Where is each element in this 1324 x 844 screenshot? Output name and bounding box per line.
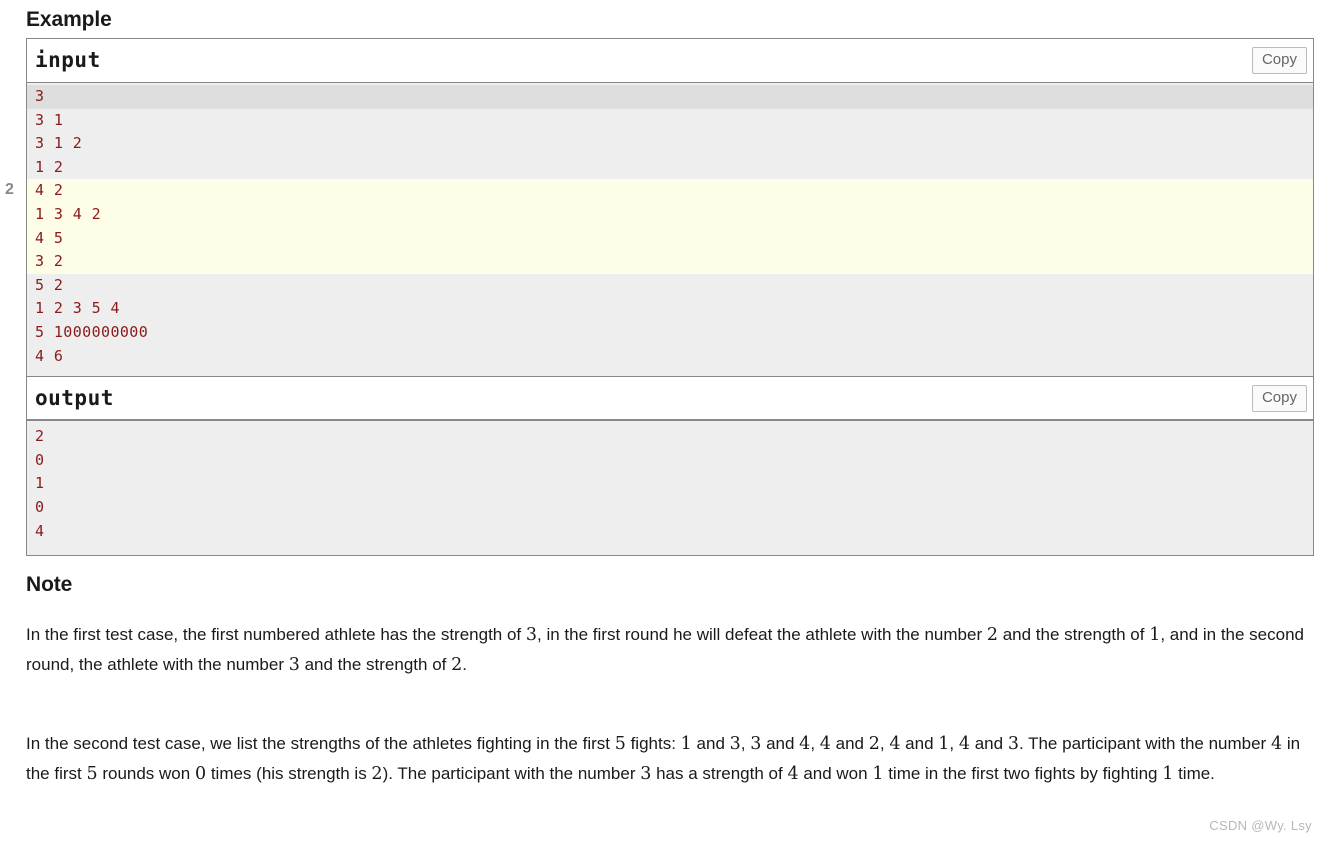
code-line: 1 2 3 5 4 (35, 299, 120, 318)
code-line: 1 3 4 2 (27, 202, 1313, 227)
code-line: 5 1000000000 (35, 322, 149, 341)
inline-math-number: 1 (680, 734, 692, 754)
inline-math-number: 5 (614, 734, 626, 754)
problem-statement-page: Example input Copy 33 13 1 21 24 21 3 4 … (0, 0, 1324, 844)
code-line: 3 (27, 85, 1313, 109)
inline-math-number: 1 (872, 764, 884, 784)
inline-math-number: 4 (787, 764, 799, 784)
inline-math-number: 2 (451, 655, 463, 675)
inline-math-number: 3 (1007, 734, 1019, 754)
note-paragraph-1: In the first test case, the first number… (26, 625, 1305, 675)
output-title-bar: output Copy (27, 376, 1313, 421)
inline-math-number: 1 (1149, 625, 1161, 645)
inline-math-number: 4 (799, 734, 811, 754)
inline-math-number: 4 (889, 734, 901, 754)
code-line: 3 1 2 (35, 134, 83, 153)
code-line: 0 (35, 450, 45, 469)
code-line: 4 2 (27, 179, 1313, 203)
test-index-marker-2: 2 (5, 181, 14, 198)
inline-math-number: 3 (525, 625, 538, 645)
code-line: 2 (35, 427, 45, 446)
sample-tests-container: input Copy 33 13 1 21 24 21 3 4 24 53 25… (26, 38, 1314, 557)
inline-math-number: 3 (640, 764, 652, 784)
inline-math-number: 3 (288, 655, 300, 675)
code-line: 1 2 (35, 157, 64, 176)
inline-math-number: 4 (819, 734, 831, 754)
inline-math-number: 4 (1270, 734, 1283, 754)
inline-math-number: 1 (1162, 764, 1174, 784)
example-heading: Example (26, 8, 112, 31)
note-heading: Note (26, 573, 73, 596)
inline-math-number: 0 (194, 764, 207, 784)
code-line: 1 (35, 474, 45, 493)
inline-math-number: 3 (729, 734, 741, 754)
code-line: 3 1 (35, 110, 64, 129)
code-line: 5 2 (35, 275, 64, 294)
inline-math-number: 3 (750, 734, 762, 754)
inline-math-number: 2 (868, 734, 880, 754)
code-line: 4 6 (35, 346, 64, 365)
code-line: 4 5 (27, 226, 1313, 251)
note-paragraph-2: In the second test case, we list the str… (26, 734, 1301, 784)
inline-math-number: 2 (371, 764, 383, 784)
csdn-watermark: CSDN @Wy. Lsy (1209, 818, 1312, 833)
copy-input-button[interactable]: Copy (1251, 47, 1307, 74)
code-line: 4 (35, 521, 45, 540)
output-code-block: 2 0 1 0 4 (27, 420, 1313, 556)
copy-output-button[interactable]: Copy (1251, 385, 1307, 413)
output-title: output (35, 386, 114, 411)
input-title: input (35, 48, 101, 72)
input-code-block: 33 1 3 1 2 1 2 4 21 3 4 24 53 25 2 1 2 3 5 4… (27, 83, 1313, 377)
inline-math-number: 1 (938, 734, 950, 754)
inline-math-number: 2 (986, 625, 998, 645)
code-line: 3 2 (27, 250, 1313, 274)
inline-math-number: 4 (958, 734, 970, 754)
input-title-bar: input Copy (27, 39, 1313, 83)
inline-math-number: 5 (86, 764, 98, 784)
code-line: 0 (35, 497, 45, 516)
